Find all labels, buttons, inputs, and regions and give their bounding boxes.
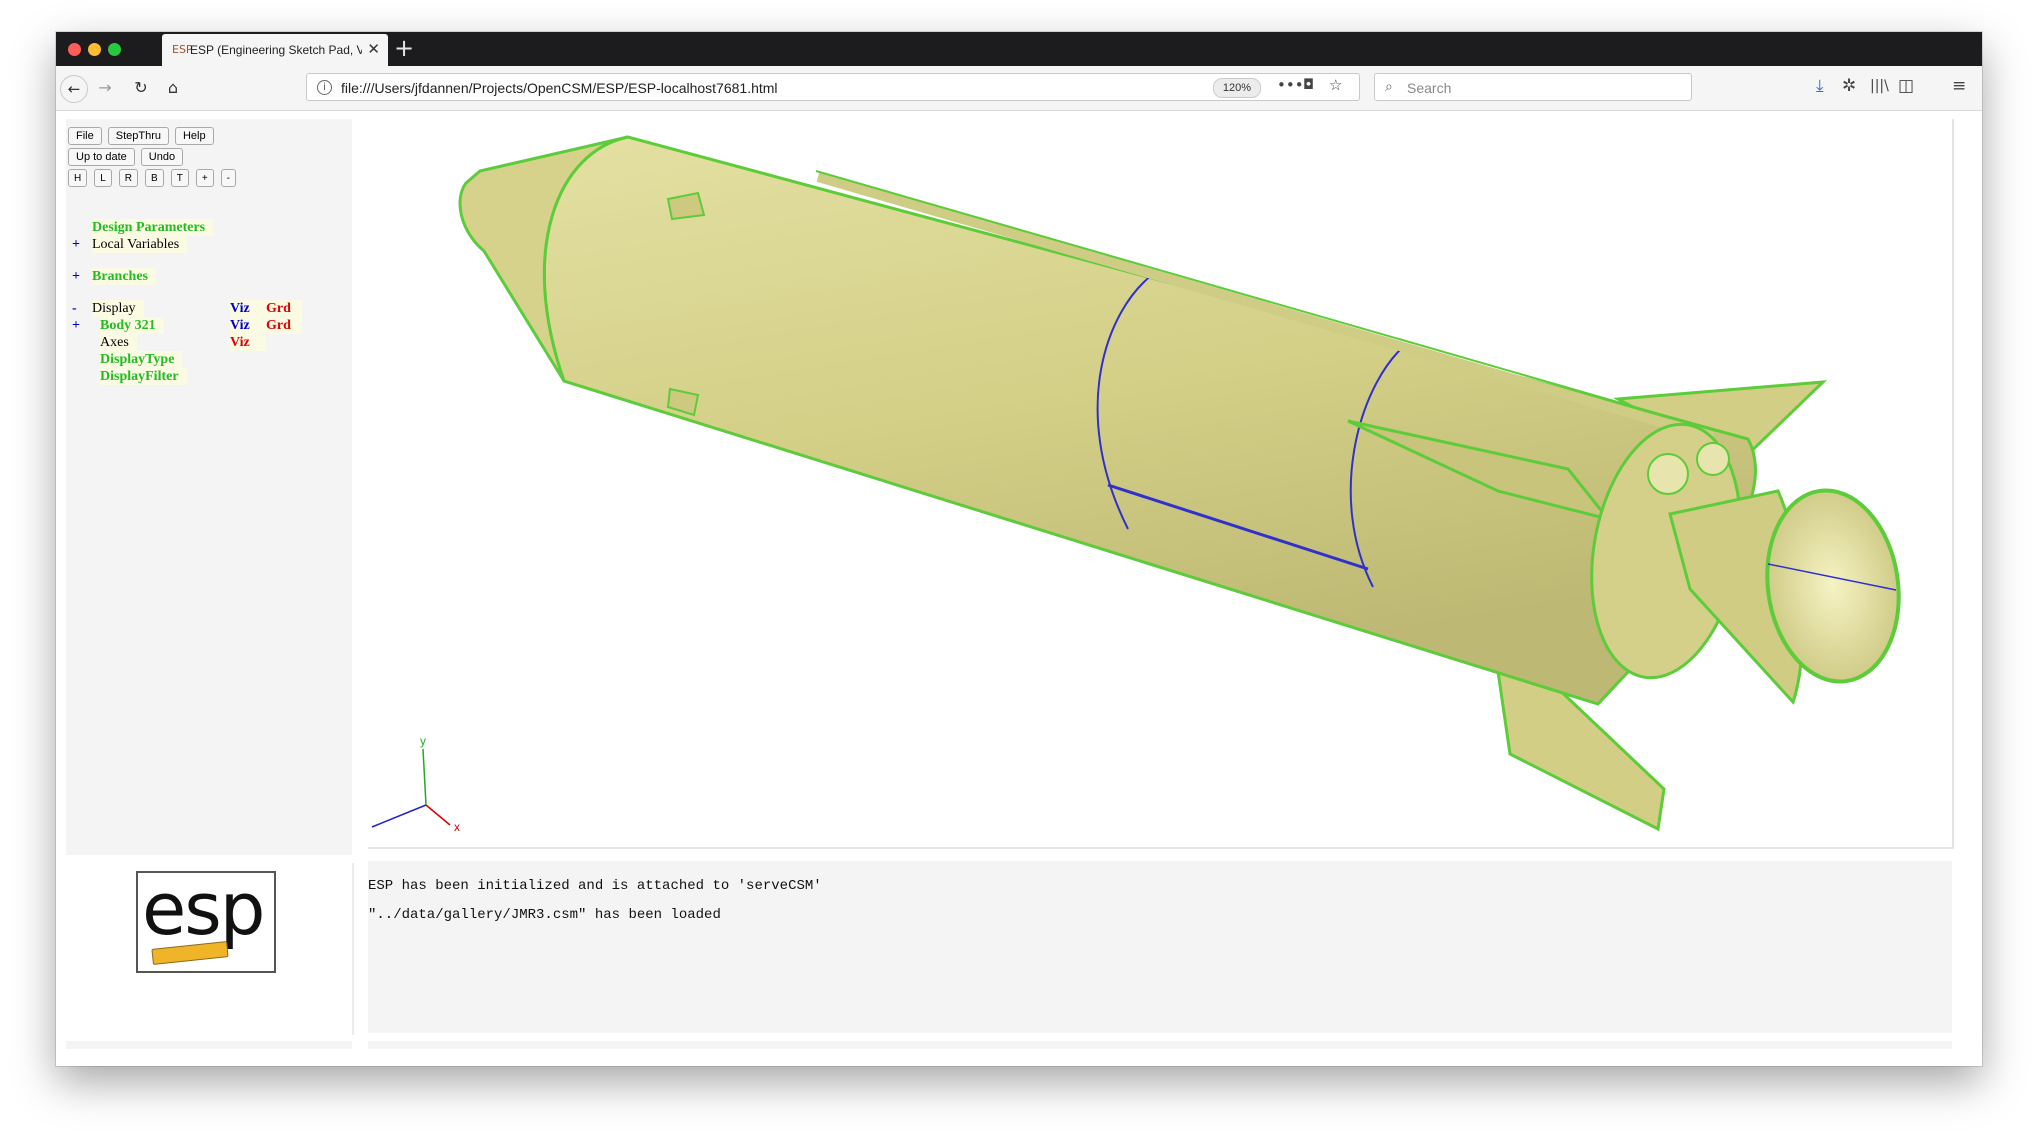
search-placeholder[interactable]: Search [1407, 80, 1451, 96]
view-bottom-button[interactable]: B [145, 169, 164, 187]
maximize-window-icon[interactable] [108, 43, 121, 56]
body-viz-toggle[interactable]: Viz [230, 317, 266, 334]
info-icon[interactable]: i [317, 80, 332, 95]
body-label[interactable]: Body 321 [100, 317, 164, 334]
url-text[interactable]: file:///Users/jfdannen/Projects/OpenCSM/… [341, 80, 778, 96]
message-panel: ESP has been initialized and is attached… [368, 861, 1952, 1033]
extension-gear-icon[interactable]: ✲ [1842, 76, 1856, 96]
axis-y-line [422, 748, 427, 806]
stepthru-button[interactable]: StepThru [107, 127, 169, 145]
up-to-date-button[interactable]: Up to date [68, 148, 135, 166]
url-bar[interactable]: i file:///Users/jfdannen/Projects/OpenCS… [306, 73, 1360, 101]
axis-x-line [425, 804, 451, 826]
body-grd-toggle[interactable]: Grd [266, 317, 302, 334]
axis-x-label: x [454, 820, 460, 834]
undo-button[interactable]: Undo [140, 148, 184, 166]
view-home-button[interactable]: H [68, 169, 88, 187]
file-button[interactable]: File [68, 127, 102, 145]
branches-label[interactable]: Branches [92, 268, 156, 285]
message-line-1: ESP has been initialized and is attached… [368, 878, 822, 894]
menu-hamburger-icon[interactable]: ≡ [1952, 76, 1966, 96]
tab-bar: ESP ESP (Engineering Sketch Pad, V ✕ + [56, 32, 1982, 66]
tab-title: ESP (Engineering Sketch Pad, V [190, 43, 362, 57]
display-type-label[interactable]: DisplayType [100, 351, 183, 368]
logo-panel: esp [66, 863, 354, 1035]
view-right-button[interactable]: R [118, 169, 139, 187]
left-panel: File StepThru Help Up to date Undo H L R… [66, 119, 352, 855]
reload-icon[interactable]: ↻ [128, 75, 154, 101]
message-line-2: "../data/gallery/JMR3.csm" has been load… [368, 907, 721, 923]
esp-logo: esp [136, 867, 276, 973]
expand-body-button[interactable]: + [72, 317, 86, 334]
toolbar-row-2: Up to date Undo [68, 148, 184, 166]
axis-z-line [371, 804, 427, 828]
navigation-bar: ← → ↻ ⌂ i file:///Users/jfdannen/Project… [56, 66, 1982, 111]
left-bottom-bar [66, 1041, 352, 1049]
view-top-button[interactable]: T [170, 169, 189, 187]
page-actions-icon[interactable]: ••• [1277, 76, 1304, 94]
search-icon: ⌕ [1385, 79, 1393, 95]
zoom-out-button[interactable]: - [220, 169, 236, 187]
tank-dome-1[interactable] [1647, 453, 1689, 495]
axes-label[interactable]: Axes [100, 334, 137, 351]
tank-dome-2[interactable] [1696, 442, 1730, 476]
home-icon[interactable]: ⌂ [160, 75, 186, 101]
display-filter-label[interactable]: DisplayFilter [100, 368, 187, 385]
forward-icon[interactable]: → [92, 75, 118, 101]
local-variables-label[interactable]: Local Variables [92, 236, 188, 253]
back-icon[interactable]: ← [60, 75, 88, 103]
help-button[interactable]: Help [174, 127, 214, 145]
collapse-display-button[interactable]: - [72, 300, 86, 317]
browser-window: ESP ESP (Engineering Sketch Pad, V ✕ + ←… [56, 32, 1982, 1066]
expand-local-variables-button[interactable]: + [72, 236, 86, 253]
toolbar-row-3: H L R B T + - [68, 169, 236, 187]
sidebar-toggle-icon[interactable]: ◫ [1898, 76, 1914, 96]
pocket-icon[interactable]: ◘ [1303, 77, 1314, 93]
browser-tab[interactable]: ESP ESP (Engineering Sketch Pad, V ✕ [162, 34, 388, 66]
zoom-in-button[interactable]: + [195, 169, 214, 187]
download-icon[interactable]: ⤓ [1816, 76, 1824, 96]
minimize-window-icon[interactable] [88, 43, 101, 56]
view-left-button[interactable]: L [94, 169, 112, 187]
rocket-model[interactable]: x y [368, 119, 1952, 847]
expand-branches-button[interactable]: + [72, 268, 86, 285]
page-content: File StepThru Help Up to date Undo H L R… [56, 111, 1982, 1066]
rocket-body[interactable] [542, 135, 1757, 706]
close-window-icon[interactable] [68, 43, 81, 56]
toolbar-row-1: File StepThru Help [68, 127, 214, 145]
graphics-viewport[interactable]: x y [368, 119, 1954, 849]
display-label[interactable]: Display [92, 300, 144, 317]
axis-y-label: y [420, 734, 426, 748]
search-bar[interactable]: ⌕ Search [1374, 73, 1692, 101]
esp-logo-text: esp [142, 867, 266, 951]
tab-close-icon[interactable]: ✕ [367, 40, 380, 58]
right-bottom-bar [368, 1041, 1952, 1049]
new-tab-icon[interactable]: + [394, 34, 414, 62]
zoom-level-badge[interactable]: 120% [1213, 78, 1261, 98]
display-viz-toggle[interactable]: Viz [230, 300, 266, 317]
library-icon[interactable]: |||\ [1870, 78, 1889, 94]
display-grd-toggle[interactable]: Grd [266, 300, 302, 317]
design-parameters-label[interactable]: Design Parameters [92, 219, 214, 236]
axes-viz-toggle[interactable]: Viz [230, 334, 266, 351]
bookmark-star-icon[interactable]: ☆ [1329, 76, 1342, 94]
